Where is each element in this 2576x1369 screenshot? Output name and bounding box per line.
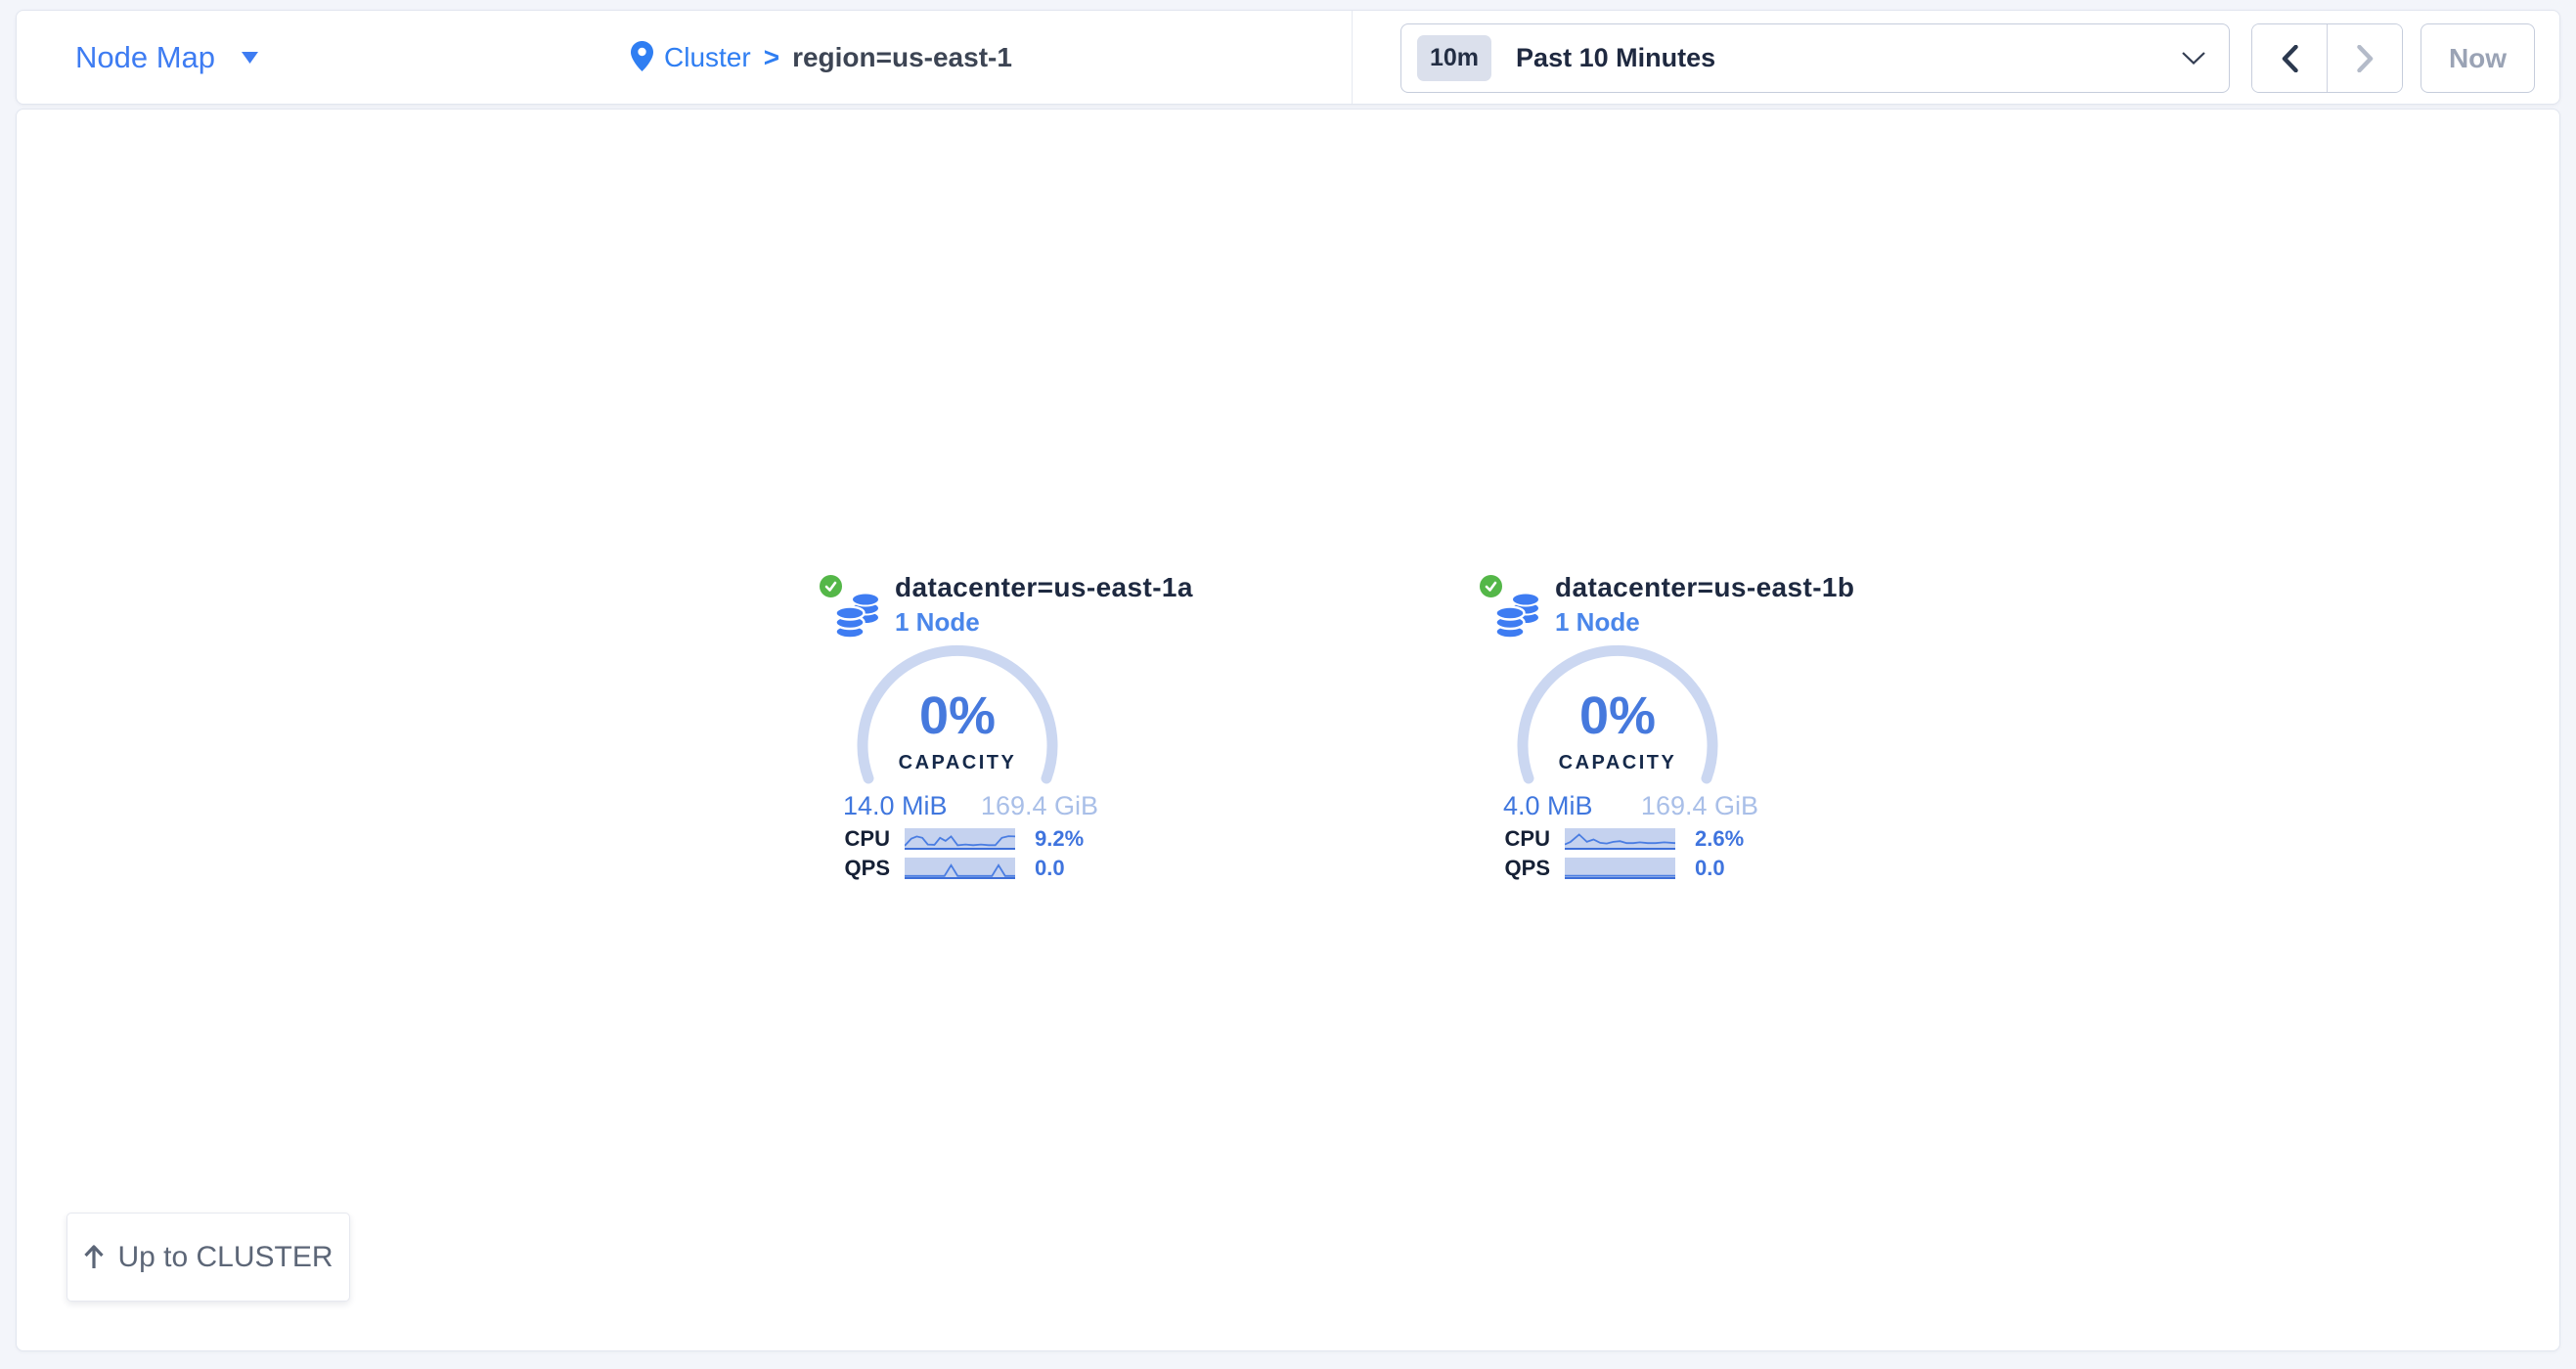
node-map-page: Node Map Cluster > region=us-east-1 10m … — [0, 0, 2576, 1369]
top-bar: Node Map Cluster > region=us-east-1 10m … — [16, 10, 2560, 105]
capacity-used: 4.0 MiB — [1503, 791, 1593, 821]
chevron-left-icon — [2282, 45, 2298, 72]
database-stack-icon — [834, 593, 883, 640]
qps-label: QPS — [1501, 857, 1550, 880]
capacity-label: CAPACITY — [849, 752, 1066, 774]
breadcrumb-separator: > — [764, 42, 779, 73]
qps-metric-row: QPS 0.0 — [820, 857, 1113, 880]
up-to-cluster-button[interactable]: Up to CLUSTER — [67, 1213, 350, 1302]
datacenter-card[interactable]: datacenter=us-east-1a 1 Node 0% CAPACITY… — [820, 572, 1113, 895]
datacenter-node-count[interactable]: 1 Node — [895, 607, 980, 638]
time-range-label: Past 10 Minutes — [1516, 43, 1715, 73]
capacity-used: 14.0 MiB — [843, 791, 948, 821]
cpu-value: 2.6% — [1695, 827, 1744, 851]
healthy-check-icon — [1478, 573, 1504, 599]
view-selector-label: Node Map — [75, 40, 215, 75]
time-next-button[interactable] — [2328, 24, 2402, 92]
time-prev-button[interactable] — [2252, 24, 2328, 92]
qps-metric-row: QPS 0.0 — [1480, 857, 1773, 880]
qps-value: 0.0 — [1695, 857, 1725, 880]
caret-down-icon — [242, 52, 258, 64]
capacity-label: CAPACITY — [1509, 752, 1726, 774]
chevron-down-icon — [2182, 52, 2205, 65]
cpu-label: CPU — [841, 827, 890, 851]
capacity-total: 169.4 GiB — [1641, 791, 1758, 821]
qps-sparkline — [1565, 858, 1675, 879]
node-map-canvas — [16, 109, 2560, 1351]
location-pin-icon — [631, 41, 653, 71]
header-divider — [1352, 11, 1353, 104]
capacity-total: 169.4 GiB — [981, 791, 1098, 821]
qps-label: QPS — [841, 857, 890, 880]
qps-value: 0.0 — [1035, 857, 1065, 880]
datacenter-name: datacenter=us-east-1b — [1555, 572, 1854, 603]
cpu-sparkline — [905, 828, 1015, 850]
breadcrumb-current: region=us-east-1 — [792, 42, 1012, 73]
time-range-badge: 10m — [1417, 35, 1491, 81]
cpu-metric-row: CPU 2.6% — [1480, 827, 1773, 851]
breadcrumb: Cluster > region=us-east-1 — [631, 11, 1012, 104]
capacity-percentage: 0% — [849, 689, 1066, 742]
time-nav-group — [2251, 23, 2403, 93]
cpu-metric-row: CPU 9.2% — [820, 827, 1113, 851]
database-stack-icon — [1494, 593, 1543, 640]
cpu-value: 9.2% — [1035, 827, 1084, 851]
up-to-cluster-label: Up to CLUSTER — [117, 1241, 333, 1274]
view-selector-dropdown[interactable]: Node Map — [75, 11, 258, 104]
now-button[interactable]: Now — [2421, 23, 2535, 93]
cpu-label: CPU — [1501, 827, 1550, 851]
arrow-up-icon — [83, 1244, 105, 1270]
healthy-check-icon — [818, 573, 844, 599]
time-range-select[interactable]: 10m Past 10 Minutes — [1400, 23, 2230, 93]
capacity-percentage: 0% — [1509, 689, 1726, 742]
cpu-sparkline — [1565, 828, 1675, 850]
chevron-right-icon — [2357, 45, 2374, 72]
qps-sparkline — [905, 858, 1015, 879]
datacenter-card[interactable]: datacenter=us-east-1b 1 Node 0% CAPACITY… — [1480, 572, 1773, 895]
datacenter-node-count[interactable]: 1 Node — [1555, 607, 1640, 638]
datacenter-name: datacenter=us-east-1a — [895, 572, 1193, 603]
breadcrumb-cluster-link[interactable]: Cluster — [664, 42, 751, 73]
